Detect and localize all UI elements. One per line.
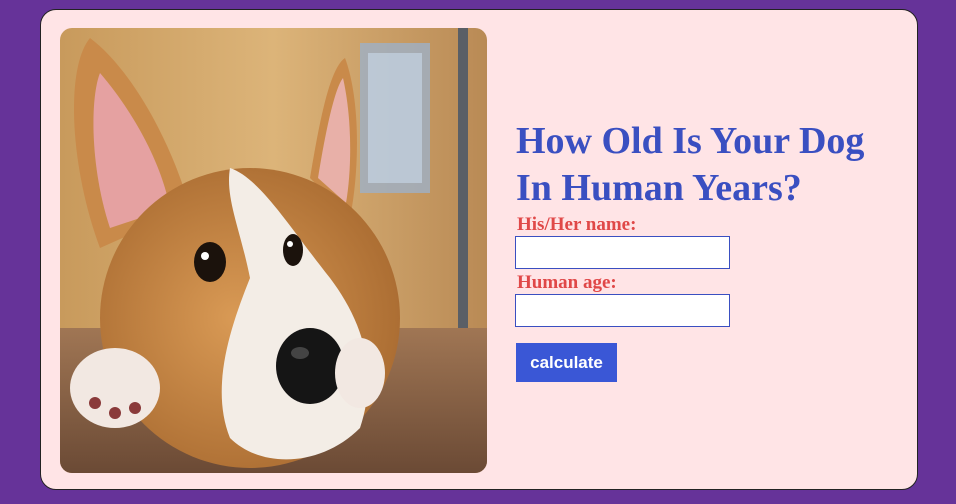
- human-age-input[interactable]: [515, 294, 730, 327]
- title-line-1: How Old Is Your Dog: [516, 120, 865, 162]
- title-line-2: In Human Years?: [516, 167, 802, 209]
- age-label: Human age:: [517, 272, 617, 293]
- name-label: His/Her name:: [517, 214, 637, 235]
- dog-name-input[interactable]: [515, 236, 730, 269]
- corgi-photo: [60, 28, 487, 473]
- dog-age-card: How Old Is Your Dog In Human Years? His/…: [40, 9, 918, 490]
- corgi-illustration: [60, 28, 487, 473]
- page-title: How Old Is Your Dog In Human Years?: [516, 118, 906, 212]
- calculate-button[interactable]: calculate: [516, 343, 617, 382]
